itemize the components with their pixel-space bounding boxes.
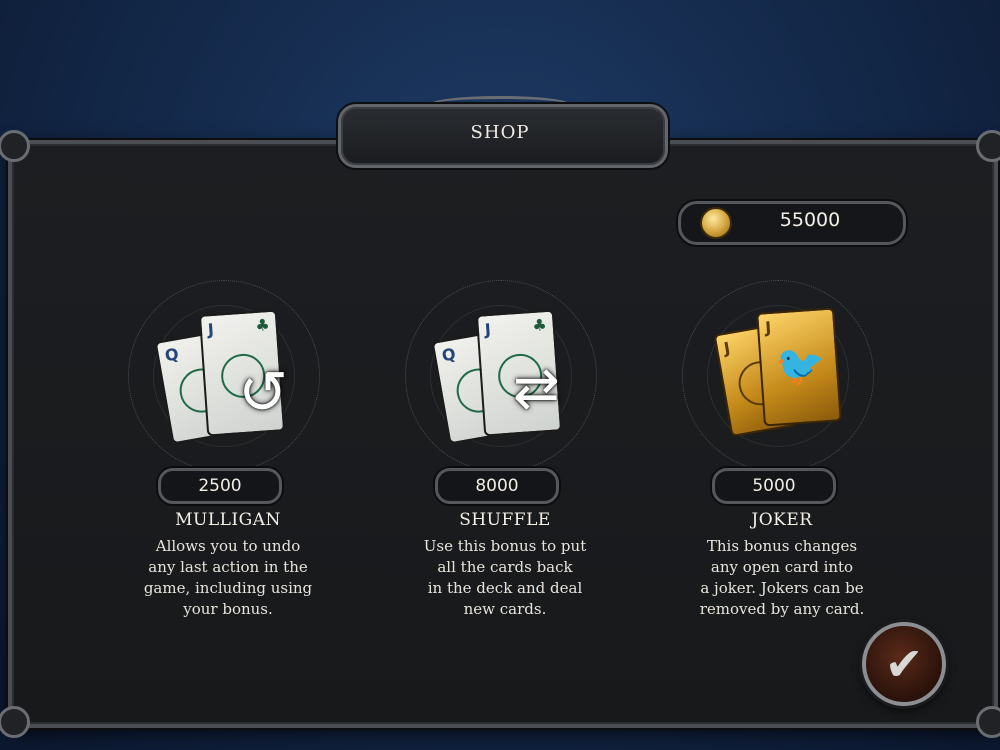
item-title: SHUFFLE [459,510,551,530]
item-title: MULLIGAN [175,510,281,530]
undo-arrow-icon: ↺ [238,358,289,428]
card-rank: J [207,319,215,340]
item-description: This bonus changes any open card into a … [699,537,865,618]
shop-item-shuffle[interactable]: Q J ♣ ⇄ 8000 SHUFFLE Use this bonus to p… [385,280,625,640]
item-price: 8000 [475,476,519,496]
shop-item-mulligan[interactable]: Q J ♣ ↺ 2500 MULLIGAN Allows you to undo… [108,280,348,640]
corner-ornament [976,130,1000,162]
shop-item-joker[interactable]: J J 🐦 5000 JOKER This bonus changes any … [662,280,902,640]
club-icon: ♣ [531,314,548,335]
coin-balance: 55000 [779,209,841,231]
card-rank: Q [163,344,181,366]
card-rank: J [722,338,732,358]
club-icon: ♣ [254,314,271,335]
card-jack-gold: J 🐦 [756,307,842,427]
card-rank: J [764,317,772,338]
item-price: 2500 [198,476,242,496]
checkmark-icon: ✔ [884,637,924,691]
corner-ornament [0,706,30,738]
page-title: SHOP [470,122,530,143]
item-description: Use this bonus to put all the cards back… [423,537,587,618]
item-price: 5000 [752,476,796,496]
card-rank: J [484,319,492,340]
coin-icon [700,207,732,239]
item-title: JOKER [751,510,813,530]
corner-ornament [976,706,1000,738]
confirm-button[interactable]: ✔ [862,622,946,706]
corner-ornament [0,130,30,162]
raven-icon: 🐦 [774,341,828,391]
item-description: Allows you to undo any last action in th… [143,537,313,618]
card-rank: Q [440,344,458,366]
shuffle-arrows-icon: ⇄ [513,356,560,421]
